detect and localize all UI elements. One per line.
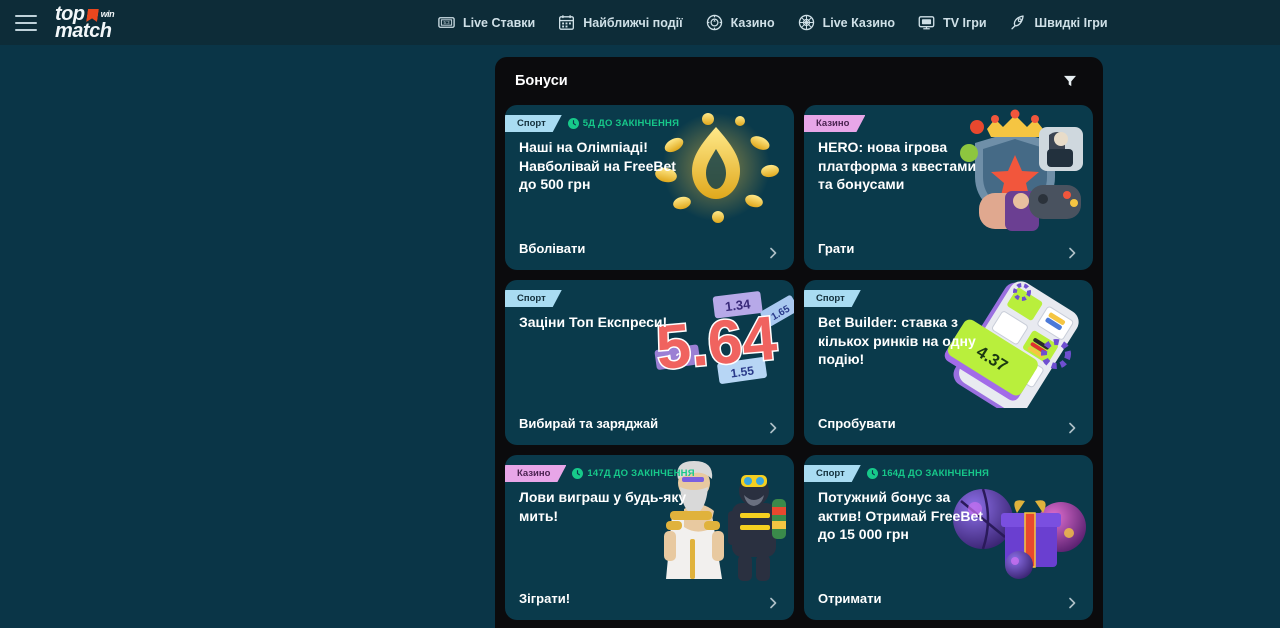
countdown-text: 164Д ДО ЗАКІНЧЕННЯ (881, 468, 990, 479)
category-badge: Спорт (505, 115, 562, 132)
card-badges: Спорт 164Д ДО ЗАКІНЧЕННЯ (804, 465, 989, 482)
scoreboard-icon: 5:3 (437, 13, 456, 32)
calendar-icon (557, 13, 576, 32)
nav-item-fast-games[interactable]: Швидкі Ігри (1009, 13, 1108, 32)
chevron-right-icon[interactable] (766, 596, 780, 610)
odd-tag-1: 1.20 (666, 351, 689, 366)
card-artwork-odds: 1.20 1.34 1.65 1.55 5.64 (624, 286, 794, 406)
chevron-right-icon[interactable] (1065, 246, 1079, 260)
casino-chip-icon (705, 13, 724, 32)
logo-superscript: win (100, 8, 115, 19)
countdown-text: 5Д ДО ЗАКІНЧЕННЯ (582, 118, 680, 129)
page-root: top win match 5:3 Live Ставки Найближчі п… (0, 0, 1280, 628)
top-navigation-bar: top win match 5:3 Live Ставки Найближчі п… (0, 0, 1280, 45)
logo-line-2: match (55, 19, 112, 42)
site-logo[interactable]: top win match (55, 3, 175, 43)
nav-item-tv-games[interactable]: TV Ігри (917, 13, 987, 32)
svg-text:5:3: 5:3 (443, 20, 450, 25)
nav-label: Live Казино (822, 15, 896, 30)
nav-label: TV Ігри (943, 15, 987, 30)
tv-icon (917, 13, 936, 32)
bonus-card[interactable]: 1.20 1.34 1.65 1.55 5.64 Спорт Заціни То… (505, 280, 794, 445)
card-title: HERO: нова ігрова платформа з квестами т… (818, 139, 977, 192)
odd-tag-3: 1.65 (770, 303, 793, 322)
card-badges: Спорт (505, 290, 562, 307)
panel-header: Бонуси (495, 57, 1103, 105)
bonus-card[interactable]: Спорт 164Д ДО ЗАКІНЧЕННЯ Потужний бонус … (804, 455, 1093, 620)
hamburger-menu-icon[interactable] (15, 14, 37, 31)
clock-icon (572, 468, 584, 479)
page-title: Бонуси (515, 73, 568, 89)
card-title: Bet Builder: ставка з кількох ринків на … (818, 314, 976, 367)
category-badge: Казино (804, 115, 865, 132)
bonus-cards-grid: Спорт 5Д ДО ЗАКІНЧЕННЯ Наші на Олімпіаді… (495, 105, 1103, 620)
category-badge: Спорт (804, 290, 861, 307)
bonus-card[interactable]: Казино HERO: нова ігрова платформа з кве… (804, 105, 1093, 270)
nav-label: Найближчі події (583, 15, 683, 30)
bonus-card[interactable]: Спорт 5Д ДО ЗАКІНЧЕННЯ Наші на Олімпіаді… (505, 105, 794, 270)
chevron-right-icon[interactable] (1065, 421, 1079, 435)
odd-tag-2: 1.34 (724, 296, 752, 314)
card-cta-label[interactable]: Вболівати (519, 241, 585, 256)
roulette-icon (797, 13, 816, 32)
clock-icon (866, 468, 878, 479)
chevron-right-icon[interactable] (1065, 596, 1079, 610)
nav-label: Швидкі Ігри (1034, 15, 1108, 30)
category-badge: Спорт (804, 465, 861, 482)
card-cta-label[interactable]: Зіграти! (519, 591, 570, 606)
card-title: Заціни Топ Експреси! (519, 314, 668, 330)
card-badges: Казино (804, 115, 865, 132)
bonuses-panel: Бонуси Спорт 5Д ДО ЗАКІНЧЕННЯ Наші на Ол… (495, 57, 1103, 628)
category-badge: Казино (505, 465, 566, 482)
filter-funnel-icon[interactable] (1059, 70, 1081, 92)
chevron-right-icon[interactable] (766, 421, 780, 435)
card-cta-label[interactable]: Спробувати (818, 416, 896, 431)
card-title: Наші на Олімпіаді! Навболівай на FreeBet… (519, 139, 676, 192)
card-badges: Спорт (804, 290, 861, 307)
nav-label: Live Ставки (463, 15, 536, 30)
rocket-icon (1009, 13, 1028, 32)
card-badges: Спорт 5Д ДО ЗАКІНЧЕННЯ (505, 115, 679, 132)
chevron-right-icon[interactable] (766, 246, 780, 260)
odd-tag-4: 1.55 (730, 363, 755, 380)
clock-icon (567, 118, 579, 129)
nav-item-casino[interactable]: Казино (705, 13, 775, 32)
bonus-card[interactable]: 4.37 Спорт Bet Builder: ставка з кількох… (804, 280, 1093, 445)
card-cta-label[interactable]: Вибирай та заряджай (519, 416, 658, 431)
countdown-badge: 5Д ДО ЗАКІНЧЕННЯ (567, 118, 680, 129)
main-navigation: 5:3 Live Ставки Найближчі події Казино L… (437, 13, 1108, 32)
card-title: Потужний бонус за актив! Отримай FreeBet… (818, 489, 983, 542)
nav-item-live-casino[interactable]: Live Казино (797, 13, 895, 32)
countdown-badge: 147Д ДО ЗАКІНЧЕННЯ (572, 468, 695, 479)
card-cta-label[interactable]: Отримати (818, 591, 881, 606)
countdown-text: 147Д ДО ЗАКІНЧЕННЯ (587, 468, 695, 479)
bonus-card[interactable]: Казино 147Д ДО ЗАКІНЧЕННЯ Лови виграш у … (505, 455, 794, 620)
category-badge: Спорт (505, 290, 562, 307)
countdown-badge: 164Д ДО ЗАКІНЧЕННЯ (866, 468, 990, 479)
nav-label: Казино (730, 15, 775, 30)
card-badges: Казино 147Д ДО ЗАКІНЧЕННЯ (505, 465, 695, 482)
card-cta-label[interactable]: Грати (818, 241, 854, 256)
nav-item-live-bets[interactable]: 5:3 Live Ставки (437, 13, 535, 32)
nav-item-upcoming-events[interactable]: Найближчі події (557, 13, 683, 32)
card-title: Лови виграш у будь-яку мить! (519, 489, 687, 524)
